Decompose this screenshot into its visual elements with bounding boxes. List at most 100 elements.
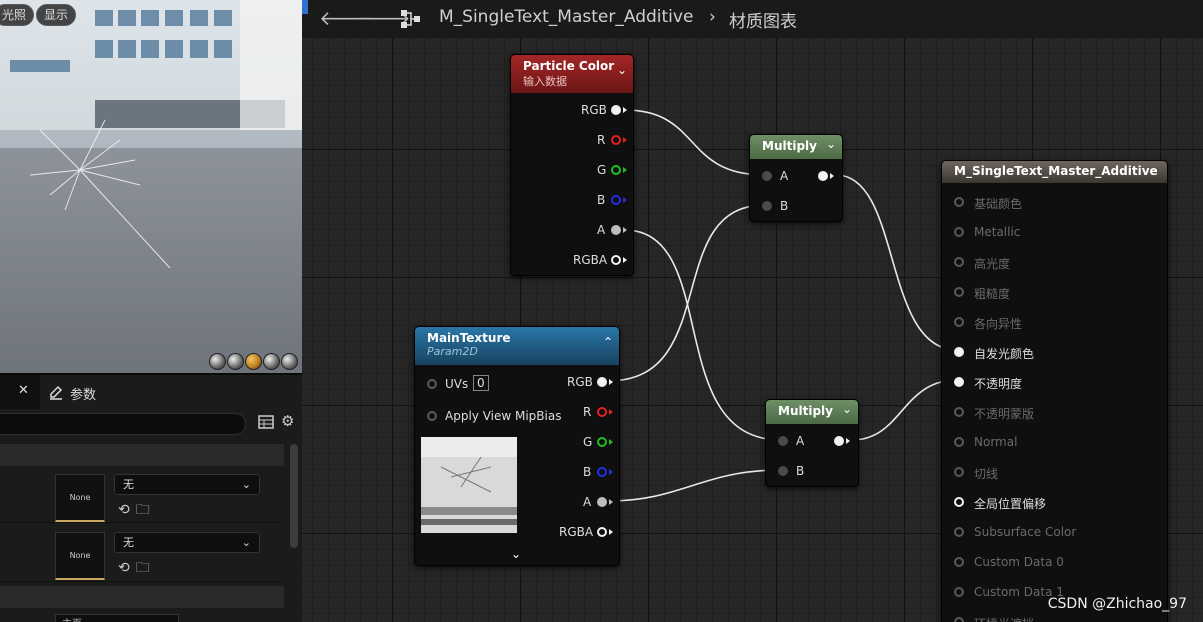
preview-plane-icon[interactable] bbox=[245, 353, 262, 370]
material-preview-viewport[interactable]: 光照 显示 bbox=[0, 0, 302, 373]
output-pin-a[interactable] bbox=[611, 225, 621, 235]
preview-sphere-icon[interactable] bbox=[227, 353, 244, 370]
output-pin-r[interactable] bbox=[597, 407, 607, 417]
pin-label-uvs: UVs bbox=[445, 377, 469, 391]
input-pin-result[interactable] bbox=[954, 497, 964, 507]
multiply-node[interactable]: Multiply ⌄ A B bbox=[749, 134, 843, 222]
texture-asset-dropdown[interactable]: 无 ⌄ bbox=[114, 532, 260, 553]
multiply-node[interactable]: Multiply ⌄ A B bbox=[765, 399, 859, 487]
panel-scrollbar[interactable] bbox=[290, 444, 298, 548]
node-header[interactable]: Multiply ⌄ bbox=[766, 400, 858, 424]
output-pin-a[interactable] bbox=[597, 497, 607, 507]
pin-arrow-icon bbox=[846, 438, 850, 444]
chevron-down-icon[interactable]: ⌄ bbox=[511, 547, 521, 561]
preview-mesh-selector[interactable] bbox=[209, 353, 298, 370]
uvs-value-field[interactable]: 0 bbox=[473, 375, 489, 391]
output-pin-rgba[interactable] bbox=[597, 527, 607, 537]
chevron-down-icon[interactable]: ⌄ bbox=[617, 63, 627, 77]
close-tab-icon[interactable]: ✕ bbox=[18, 383, 29, 398]
texture-thumbnail[interactable]: None bbox=[55, 474, 105, 522]
texture-asset-dropdown[interactable]: 无 ⌄ bbox=[114, 474, 260, 495]
preview-cube-icon[interactable] bbox=[263, 353, 280, 370]
node-title: Particle Color bbox=[523, 59, 615, 73]
pin-arrow-icon bbox=[623, 257, 627, 263]
input-pin-b[interactable] bbox=[778, 466, 788, 476]
editor-window: 光照 显示 ✕ 参数 ⚙ None 无 ⌄ ⟲🗀 None 无 ⌄ ⟲🗀 🡐 🡒… bbox=[0, 0, 1203, 622]
input-pin-uvs[interactable] bbox=[427, 379, 437, 389]
output-pin-rgb[interactable] bbox=[597, 377, 607, 387]
bottom-text-field[interactable]: 主页 bbox=[55, 614, 179, 622]
node-header[interactable]: Particle Color 输入数据 ⌄ bbox=[511, 55, 633, 93]
node-header[interactable]: MainTexture Param2D ⌃ bbox=[415, 327, 619, 365]
node-header[interactable]: M_SingleText_Master_Additive bbox=[942, 161, 1167, 183]
main-texture-node[interactable]: MainTexture Param2D ⌃ UVs 0 Apply View M… bbox=[414, 326, 620, 566]
input-pin-result[interactable] bbox=[954, 227, 964, 237]
material-graph-canvas[interactable]: 🡐 🡒 M_SingleText_Master_Additive › 材质图表 bbox=[302, 0, 1203, 622]
output-pin-g[interactable] bbox=[611, 165, 621, 175]
particle-color-node[interactable]: Particle Color 输入数据 ⌄ RGB R G B A RGBA bbox=[510, 54, 634, 276]
input-pin-result[interactable] bbox=[954, 287, 964, 297]
show-toggle-button[interactable]: 显示 bbox=[36, 4, 77, 26]
chevron-down-icon[interactable]: ⌄ bbox=[842, 402, 852, 416]
asset-action-icons[interactable]: ⟲🗀 bbox=[118, 557, 156, 581]
input-pin-result[interactable] bbox=[954, 617, 964, 622]
reset-arrow-icon[interactable]: ⟲ bbox=[118, 560, 136, 576]
output-pin-r[interactable] bbox=[611, 135, 621, 145]
pin-label-a: A bbox=[597, 223, 606, 237]
pin-label-g: G bbox=[597, 163, 607, 177]
preview-teapot-icon[interactable] bbox=[281, 353, 298, 370]
input-pin-result[interactable] bbox=[954, 437, 964, 447]
texture-thumbnail[interactable]: None bbox=[55, 532, 105, 580]
asset-action-icons[interactable]: ⟲🗀 bbox=[118, 499, 156, 523]
pin-arrow-icon bbox=[623, 107, 627, 113]
gear-icon[interactable]: ⚙ bbox=[281, 412, 294, 430]
output-pin-g[interactable] bbox=[597, 437, 607, 447]
parameter-search-input[interactable] bbox=[0, 413, 246, 435]
browse-folder-icon[interactable]: 🗀 bbox=[136, 502, 156, 518]
input-pin-result[interactable] bbox=[954, 257, 964, 267]
input-pin-result[interactable] bbox=[954, 197, 964, 207]
result-pin-label: 全局位置偏移 bbox=[974, 497, 1047, 511]
input-pin-result[interactable] bbox=[954, 317, 964, 327]
result-pin-label: 粗糙度 bbox=[974, 287, 1011, 301]
parameter-group-header[interactable] bbox=[0, 586, 284, 608]
input-pin-result[interactable] bbox=[954, 527, 964, 537]
output-pin-rgb[interactable] bbox=[611, 105, 621, 115]
material-result-node[interactable]: M_SingleText_Master_Additive 基础颜色 Metalli… bbox=[941, 160, 1168, 622]
input-pin-a[interactable] bbox=[762, 171, 772, 181]
lighting-toggle-button[interactable]: 光照 bbox=[0, 4, 35, 26]
input-pin-result[interactable] bbox=[954, 587, 964, 597]
browse-folder-icon[interactable]: 🗀 bbox=[136, 560, 156, 576]
output-pin[interactable] bbox=[818, 171, 828, 181]
input-pin-result[interactable] bbox=[954, 407, 964, 417]
pin-arrow-icon bbox=[609, 469, 613, 475]
table-view-icon[interactable] bbox=[258, 414, 274, 434]
reset-arrow-icon[interactable]: ⟲ bbox=[118, 502, 136, 518]
texture-preview-thumbnail[interactable] bbox=[421, 437, 517, 533]
output-pin-b[interactable] bbox=[597, 467, 607, 477]
pin-arrow-icon bbox=[609, 409, 613, 415]
pin-label-mipbias: Apply View MipBias bbox=[445, 409, 562, 423]
result-pin-label: 不透明度 bbox=[974, 377, 1023, 391]
chevron-down-icon[interactable]: ⌄ bbox=[826, 137, 836, 151]
input-pin-a[interactable] bbox=[778, 436, 788, 446]
input-pin-mipbias[interactable] bbox=[427, 411, 437, 421]
pin-arrow-icon bbox=[623, 167, 627, 173]
input-pin-result[interactable] bbox=[954, 377, 964, 387]
output-pin-b[interactable] bbox=[611, 195, 621, 205]
pin-label-a: A bbox=[796, 434, 805, 448]
wire-particle-a-to-multiply2-a bbox=[623, 229, 782, 441]
output-pin-rgba[interactable] bbox=[611, 255, 621, 265]
input-pin-result[interactable] bbox=[954, 467, 964, 477]
pin-label-rgb: RGB bbox=[567, 375, 593, 389]
parameter-group-header[interactable] bbox=[0, 444, 284, 466]
input-pin-b[interactable] bbox=[762, 201, 772, 211]
input-pin-result[interactable] bbox=[954, 347, 964, 357]
preview-cylinder-icon[interactable] bbox=[209, 353, 226, 370]
pin-label-g: G bbox=[583, 435, 593, 449]
input-pin-result[interactable] bbox=[954, 557, 964, 567]
dropdown-value: 无 bbox=[123, 536, 134, 549]
output-pin[interactable] bbox=[834, 436, 844, 446]
node-header[interactable]: Multiply ⌄ bbox=[750, 135, 842, 159]
chevron-up-icon[interactable]: ⌃ bbox=[603, 335, 613, 349]
